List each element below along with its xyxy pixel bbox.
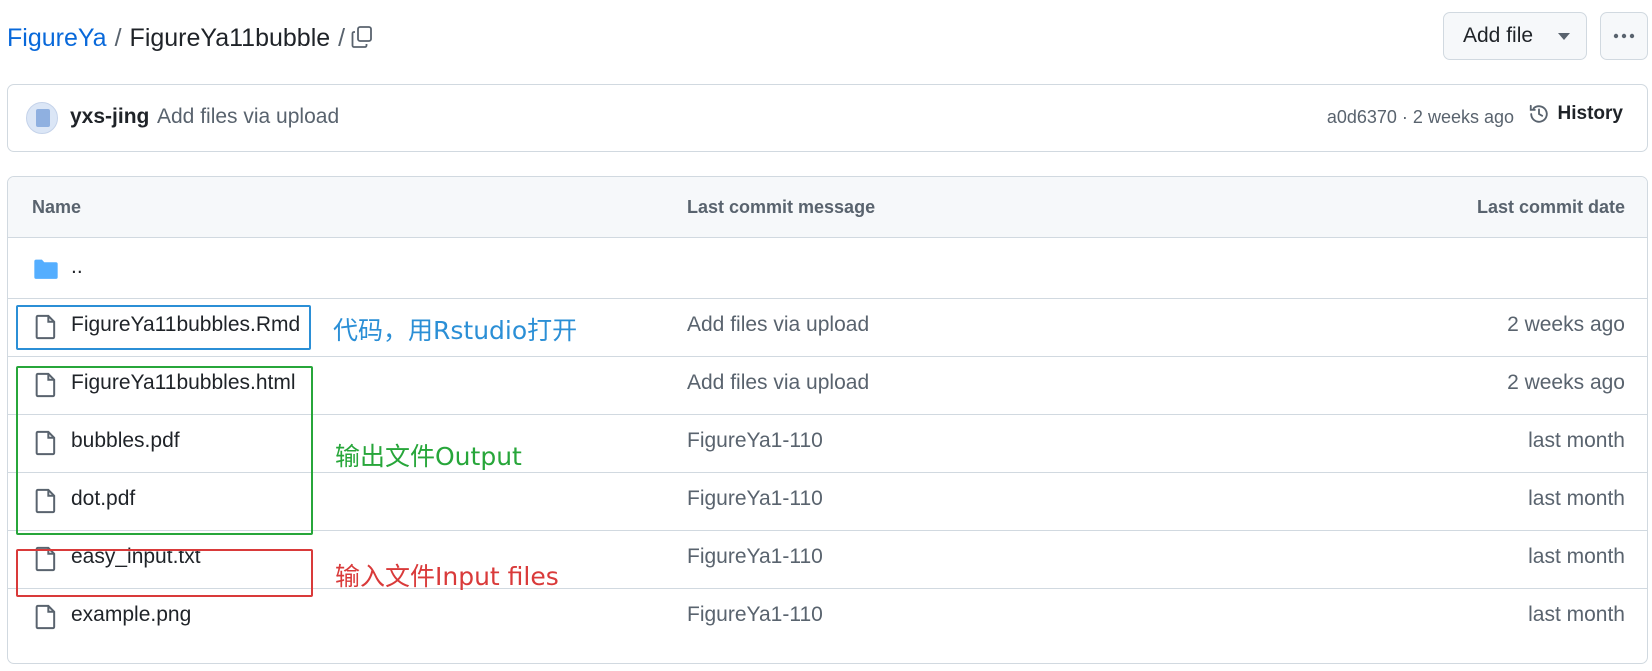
annotation-label-output: 输出文件Output — [335, 442, 522, 471]
top-bar: FigureYa / FigureYa11bubble / Add file — [0, 0, 1652, 75]
annotation-box-output — [16, 366, 313, 535]
commit-date: last month — [1528, 545, 1625, 568]
annotation-box-input — [16, 549, 313, 597]
more-options-button[interactable] — [1600, 12, 1648, 60]
file-icon — [35, 604, 56, 630]
commit-message-link[interactable]: FigureYa1-110 — [687, 429, 823, 453]
commit-message-link[interactable]: FigureYa1-110 — [687, 487, 823, 511]
history-button[interactable]: History — [1528, 103, 1623, 125]
chevron-down-icon — [1558, 33, 1570, 40]
breadcrumb-separator: / — [114, 24, 122, 52]
commit-date: 2 weeks ago — [1507, 371, 1625, 394]
column-header-date: Last commit date — [1476, 197, 1625, 217]
column-header-name: Name — [32, 197, 82, 217]
commit-date: 2 weeks ago — [1507, 313, 1625, 336]
add-file-label: Add file — [1463, 24, 1534, 47]
commit-date: last month — [1528, 487, 1625, 510]
breadcrumb: FigureYa / FigureYa11bubble / — [7, 22, 353, 54]
kebab-horizontal-icon — [1613, 33, 1635, 39]
commit-date: last month — [1528, 603, 1625, 626]
commit-message-link[interactable]: Add files via upload — [687, 371, 869, 395]
commit-message-link[interactable]: FigureYa1-110 — [687, 545, 823, 569]
parent-directory-row[interactable]: .. — [8, 238, 1647, 299]
history-icon — [1529, 104, 1548, 123]
table-header: Name Last commit message Last commit dat… — [8, 177, 1647, 238]
add-file-button[interactable]: Add file — [1443, 12, 1587, 60]
latest-commit-bar: yxs-jing Add files via upload a0d6370 · … — [7, 84, 1648, 152]
annotation-box-code — [16, 305, 311, 350]
column-header-message: Last commit message — [687, 197, 876, 217]
history-label: History — [1557, 103, 1623, 124]
copy-path-button[interactable] — [345, 20, 379, 54]
parent-directory-link[interactable]: .. — [71, 255, 83, 279]
commit-meta[interactable]: a0d6370 · 2 weeks ago — [1327, 107, 1514, 128]
commit-message-link[interactable]: Add files via upload — [687, 313, 869, 337]
commit-date: last month — [1528, 429, 1625, 452]
file-name-link[interactable]: example.png — [71, 603, 191, 627]
folder-icon — [34, 259, 58, 279]
commit-message[interactable]: Add files via upload — [157, 105, 339, 129]
commit-message-link[interactable]: FigureYa1-110 — [687, 603, 823, 627]
avatar[interactable] — [26, 102, 58, 134]
copy-icon — [351, 26, 372, 48]
annotation-label-input: 输入文件Input files — [335, 562, 559, 591]
commit-author[interactable]: yxs-jing — [70, 105, 149, 129]
breadcrumb-current-folder: FigureYa11bubble — [129, 24, 331, 52]
annotation-label-code: 代码，用Rstudio打开 — [333, 316, 578, 345]
breadcrumb-repo-link[interactable]: FigureYa — [7, 22, 107, 54]
